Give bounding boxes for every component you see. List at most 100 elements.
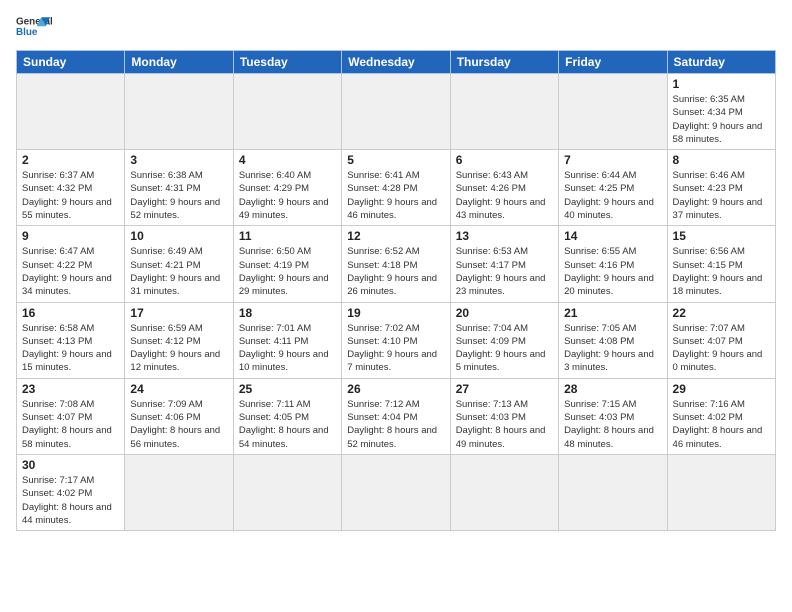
calendar-cell: 10 Sunrise: 6:49 AMSunset: 4:21 PMDayligh… [125, 226, 233, 302]
day-info: Sunrise: 6:37 AMSunset: 4:32 PMDaylight:… [22, 169, 119, 222]
day-info: Sunrise: 7:16 AMSunset: 4:02 PMDaylight:… [673, 398, 770, 451]
generalblue-logo-icon: General Blue [16, 10, 52, 46]
calendar-cell: 23 Sunrise: 7:08 AMSunset: 4:07 PMDayligh… [17, 378, 125, 454]
day-info: Sunrise: 6:41 AMSunset: 4:28 PMDaylight:… [347, 169, 444, 222]
page: General Blue SundayMondayTuesdayWednesda… [0, 0, 792, 612]
calendar-cell: 9 Sunrise: 6:47 AMSunset: 4:22 PMDaylight… [17, 226, 125, 302]
day-info: Sunrise: 6:52 AMSunset: 4:18 PMDaylight:… [347, 245, 444, 298]
header: General Blue [16, 10, 776, 46]
calendar-week-row: 9 Sunrise: 6:47 AMSunset: 4:22 PMDaylight… [17, 226, 776, 302]
day-info: Sunrise: 6:56 AMSunset: 4:15 PMDaylight:… [673, 245, 770, 298]
day-info: Sunrise: 6:44 AMSunset: 4:25 PMDaylight:… [564, 169, 661, 222]
day-number: 17 [130, 306, 227, 320]
calendar-header-tuesday: Tuesday [233, 51, 341, 74]
day-info: Sunrise: 6:59 AMSunset: 4:12 PMDaylight:… [130, 322, 227, 375]
day-info: Sunrise: 7:11 AMSunset: 4:05 PMDaylight:… [239, 398, 336, 451]
day-number: 11 [239, 229, 336, 243]
calendar-week-row: 16 Sunrise: 6:58 AMSunset: 4:13 PMDayligh… [17, 302, 776, 378]
calendar-cell [125, 74, 233, 150]
day-info: Sunrise: 6:38 AMSunset: 4:31 PMDaylight:… [130, 169, 227, 222]
day-info: Sunrise: 6:40 AMSunset: 4:29 PMDaylight:… [239, 169, 336, 222]
calendar-cell: 3 Sunrise: 6:38 AMSunset: 4:31 PMDaylight… [125, 150, 233, 226]
calendar-cell: 20Sunrise: 7:04 AMSunset: 4:09 PMDayligh… [450, 302, 558, 378]
day-info: Sunrise: 6:58 AMSunset: 4:13 PMDaylight:… [22, 322, 119, 375]
calendar-header-thursday: Thursday [450, 51, 558, 74]
calendar-cell: 18 Sunrise: 7:01 AMSunset: 4:11 PMDayligh… [233, 302, 341, 378]
calendar-cell: 16 Sunrise: 6:58 AMSunset: 4:13 PMDayligh… [17, 302, 125, 378]
day-number: 6 [456, 153, 553, 167]
calendar-cell: 13 Sunrise: 6:53 AMSunset: 4:17 PMDayligh… [450, 226, 558, 302]
day-info: Sunrise: 6:46 AMSunset: 4:23 PMDaylight:… [673, 169, 770, 222]
calendar-cell: 5Sunrise: 6:41 AMSunset: 4:28 PMDaylight… [342, 150, 450, 226]
calendar-cell [342, 74, 450, 150]
day-info: Sunrise: 6:53 AMSunset: 4:17 PMDaylight:… [456, 245, 553, 298]
calendar-header-monday: Monday [125, 51, 233, 74]
calendar-cell: 6 Sunrise: 6:43 AMSunset: 4:26 PMDaylight… [450, 150, 558, 226]
day-number: 29 [673, 382, 770, 396]
day-number: 10 [130, 229, 227, 243]
day-number: 23 [22, 382, 119, 396]
day-info: Sunrise: 7:05 AMSunset: 4:08 PMDaylight:… [564, 322, 661, 375]
calendar-header-saturday: Saturday [667, 51, 775, 74]
day-info: Sunrise: 7:07 AMSunset: 4:07 PMDaylight:… [673, 322, 770, 375]
calendar-cell [125, 454, 233, 530]
day-number: 26 [347, 382, 444, 396]
calendar-cell: 8Sunrise: 6:46 AMSunset: 4:23 PMDaylight… [667, 150, 775, 226]
day-info: Sunrise: 6:49 AMSunset: 4:21 PMDaylight:… [130, 245, 227, 298]
day-number: 13 [456, 229, 553, 243]
day-info: Sunrise: 6:55 AMSunset: 4:16 PMDaylight:… [564, 245, 661, 298]
calendar-cell [233, 454, 341, 530]
calendar-cell: 12Sunrise: 6:52 AMSunset: 4:18 PMDayligh… [342, 226, 450, 302]
calendar-header-row: SundayMondayTuesdayWednesdayThursdayFrid… [17, 51, 776, 74]
day-info: Sunrise: 7:01 AMSunset: 4:11 PMDaylight:… [239, 322, 336, 375]
calendar: SundayMondayTuesdayWednesdayThursdayFrid… [16, 50, 776, 531]
calendar-cell: 21Sunrise: 7:05 AMSunset: 4:08 PMDayligh… [559, 302, 667, 378]
calendar-cell: 1Sunrise: 6:35 AMSunset: 4:34 PMDaylight… [667, 74, 775, 150]
day-number: 18 [239, 306, 336, 320]
calendar-week-row: 30 Sunrise: 7:17 AMSunset: 4:02 PMDayligh… [17, 454, 776, 530]
calendar-cell [667, 454, 775, 530]
day-info: Sunrise: 7:17 AMSunset: 4:02 PMDaylight:… [22, 474, 119, 527]
calendar-cell: 27 Sunrise: 7:13 AMSunset: 4:03 PMDayligh… [450, 378, 558, 454]
calendar-cell [559, 454, 667, 530]
day-info: Sunrise: 6:43 AMSunset: 4:26 PMDaylight:… [456, 169, 553, 222]
day-number: 24 [130, 382, 227, 396]
day-number: 28 [564, 382, 661, 396]
day-number: 20 [456, 306, 553, 320]
calendar-week-row: 2Sunrise: 6:37 AMSunset: 4:32 PMDaylight… [17, 150, 776, 226]
calendar-cell: 26Sunrise: 7:12 AMSunset: 4:04 PMDayligh… [342, 378, 450, 454]
day-number: 3 [130, 153, 227, 167]
day-number: 9 [22, 229, 119, 243]
day-info: Sunrise: 7:13 AMSunset: 4:03 PMDaylight:… [456, 398, 553, 451]
calendar-cell: 28 Sunrise: 7:15 AMSunset: 4:03 PMDayligh… [559, 378, 667, 454]
calendar-cell: 25Sunrise: 7:11 AMSunset: 4:05 PMDayligh… [233, 378, 341, 454]
day-number: 4 [239, 153, 336, 167]
logo: General Blue [16, 10, 52, 46]
calendar-cell: 2Sunrise: 6:37 AMSunset: 4:32 PMDaylight… [17, 150, 125, 226]
svg-text:Blue: Blue [16, 27, 38, 38]
calendar-cell: 19Sunrise: 7:02 AMSunset: 4:10 PMDayligh… [342, 302, 450, 378]
calendar-cell: 4 Sunrise: 6:40 AMSunset: 4:29 PMDaylight… [233, 150, 341, 226]
day-info: Sunrise: 7:15 AMSunset: 4:03 PMDaylight:… [564, 398, 661, 451]
calendar-week-row: 1Sunrise: 6:35 AMSunset: 4:34 PMDaylight… [17, 74, 776, 150]
calendar-header-friday: Friday [559, 51, 667, 74]
calendar-cell: 15 Sunrise: 6:56 AMSunset: 4:15 PMDayligh… [667, 226, 775, 302]
day-info: Sunrise: 7:08 AMSunset: 4:07 PMDaylight:… [22, 398, 119, 451]
calendar-cell: 30 Sunrise: 7:17 AMSunset: 4:02 PMDayligh… [17, 454, 125, 530]
day-info: Sunrise: 6:35 AMSunset: 4:34 PMDaylight:… [673, 93, 770, 146]
day-number: 19 [347, 306, 444, 320]
day-number: 16 [22, 306, 119, 320]
calendar-cell: 24 Sunrise: 7:09 AMSunset: 4:06 PMDayligh… [125, 378, 233, 454]
day-info: Sunrise: 7:09 AMSunset: 4:06 PMDaylight:… [130, 398, 227, 451]
day-info: Sunrise: 6:47 AMSunset: 4:22 PMDaylight:… [22, 245, 119, 298]
calendar-cell [233, 74, 341, 150]
calendar-header-wednesday: Wednesday [342, 51, 450, 74]
calendar-cell [450, 74, 558, 150]
day-number: 27 [456, 382, 553, 396]
calendar-cell: 11Sunrise: 6:50 AMSunset: 4:19 PMDayligh… [233, 226, 341, 302]
day-number: 30 [22, 458, 119, 472]
calendar-header-sunday: Sunday [17, 51, 125, 74]
day-number: 7 [564, 153, 661, 167]
day-number: 15 [673, 229, 770, 243]
day-number: 14 [564, 229, 661, 243]
